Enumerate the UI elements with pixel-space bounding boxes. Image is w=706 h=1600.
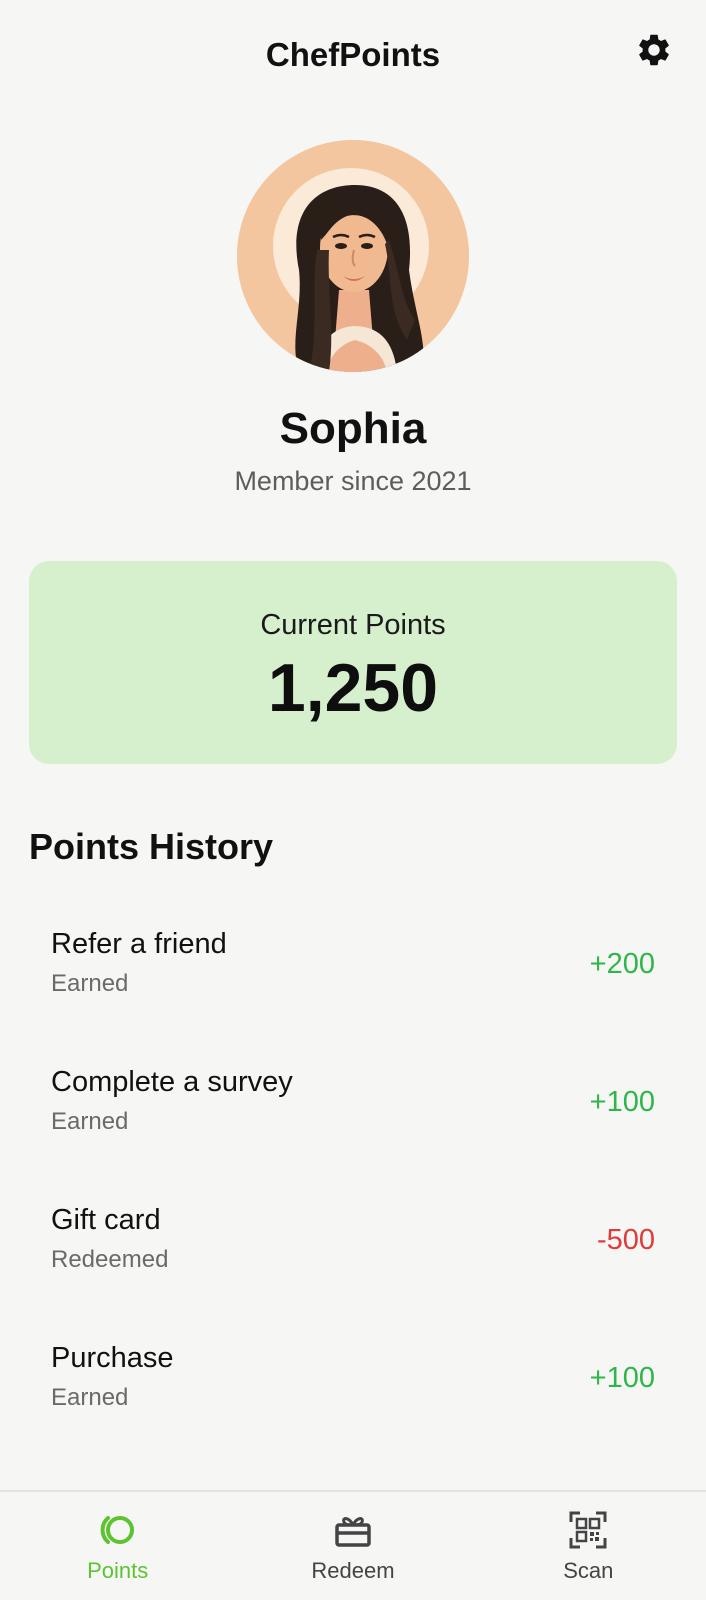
nav-label-redeem: Redeem (311, 1558, 395, 1583)
history-item-points: -500 (596, 1224, 655, 1256)
nav-label-scan: Scan (563, 1558, 614, 1583)
history-item-points: +100 (589, 1086, 655, 1118)
avatar (237, 140, 469, 372)
history-item-type: Earned (51, 970, 129, 997)
app-header: ChefPoints (0, 0, 706, 110)
points-history-list: Refer a friend Earned +200 Complete a su… (0, 900, 706, 1452)
history-item-type: Earned (51, 1384, 129, 1411)
history-item-complete-a-survey[interactable]: Complete a survey Earned +100 (0, 1038, 706, 1176)
history-item-refer-a-friend[interactable]: Refer a friend Earned +200 (0, 900, 706, 1038)
history-item-points: +100 (589, 1362, 655, 1394)
nav-item-points[interactable]: Points (0, 1492, 235, 1600)
avatar-portrait (237, 140, 469, 372)
history-item-type: Earned (51, 1108, 129, 1135)
bottom-navigation: Points Redeem Scan (0, 1490, 706, 1600)
user-name: Sophia (279, 404, 427, 453)
nav-item-scan[interactable]: Scan (471, 1492, 706, 1600)
history-item-type: Redeemed (51, 1246, 169, 1273)
history-item-title: Gift card (51, 1204, 161, 1236)
gift-icon (335, 1517, 371, 1547)
nav-item-redeem[interactable]: Redeem (235, 1492, 470, 1600)
app-title: ChefPoints (265, 36, 441, 73)
history-item-title: Complete a survey (51, 1066, 293, 1098)
history-item-purchase[interactable]: Purchase Earned +100 (0, 1314, 706, 1452)
points-icon (100, 1516, 134, 1544)
current-points-label: Current Points (260, 609, 446, 641)
member-since-text: Member since 2021 (234, 466, 472, 496)
history-item-title: Refer a friend (51, 928, 227, 960)
history-item-title: Purchase (51, 1342, 174, 1374)
settings-button[interactable] (634, 30, 674, 70)
current-points-card: Current Points 1,250 (29, 561, 677, 764)
history-item-points: +200 (589, 948, 655, 980)
current-points-value: 1,250 (267, 650, 439, 726)
history-item-gift-card[interactable]: Gift card Redeemed -500 (0, 1176, 706, 1314)
points-history-title: Points History (29, 826, 274, 867)
qr-scan-icon (569, 1511, 607, 1549)
nav-label-points: Points (87, 1558, 149, 1583)
gear-icon (639, 34, 669, 66)
